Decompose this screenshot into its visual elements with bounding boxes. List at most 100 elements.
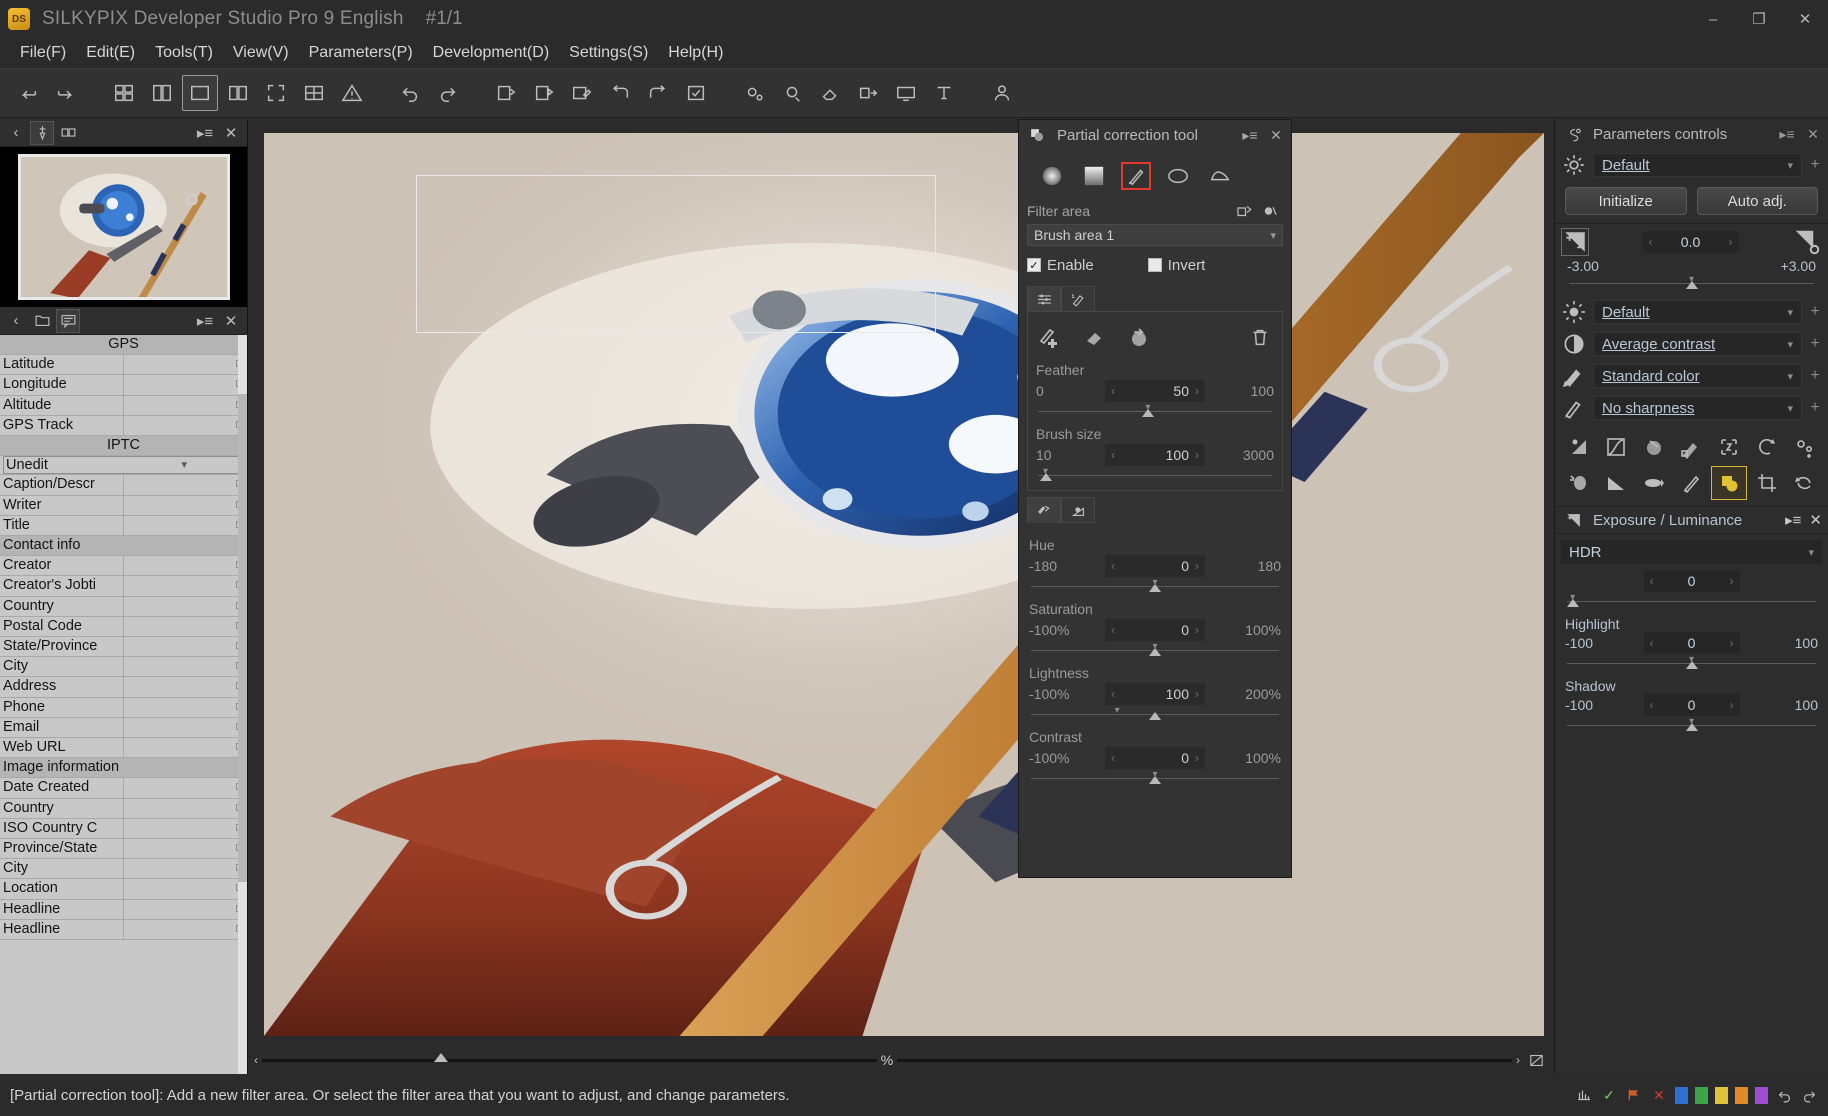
metadata-value[interactable] <box>123 838 247 860</box>
zoom-slider[interactable] <box>262 1052 877 1062</box>
metadata-scrollbar-thumb[interactable] <box>238 394 247 882</box>
panel-close-icon[interactable]: ✕ <box>219 121 243 145</box>
metadata-row[interactable]: Caption/Descr <box>0 474 247 496</box>
metadata-row[interactable]: Province/State <box>0 838 247 860</box>
spin-increment-icon[interactable]: › <box>1195 384 1199 398</box>
metadata-row[interactable]: Country <box>0 798 247 819</box>
metadata-value[interactable] <box>123 919 247 941</box>
display-icon[interactable] <box>888 75 924 111</box>
tone-curve-tool-icon[interactable] <box>1599 430 1635 464</box>
contrast-spinner[interactable]: ‹ 0 › <box>1105 747 1205 769</box>
metadata-value[interactable] <box>123 777 247 799</box>
zoom-slider-thumb[interactable] <box>434 1052 449 1062</box>
metadata-value[interactable] <box>123 858 247 880</box>
chevron-down-icon[interactable]: ▾ <box>1787 402 1793 415</box>
color-label-orange[interactable] <box>1735 1086 1748 1104</box>
develop-check-icon[interactable] <box>774 75 810 111</box>
thumbnail-grid-icon[interactable] <box>106 75 142 111</box>
saturation-slider[interactable]: ▾ <box>1029 641 1281 657</box>
feather-slider[interactable]: ▾ <box>1036 402 1274 418</box>
warning-icon[interactable] <box>334 75 370 111</box>
batch-gear-icon[interactable] <box>736 75 772 111</box>
exposure-bias-spinner[interactable]: ‹ 0.0 › <box>1642 231 1739 253</box>
tone-preset-select[interactable]: Default ▾ <box>1593 300 1802 324</box>
metadata-row[interactable]: Location <box>0 878 247 900</box>
zoom-slider-secondary[interactable] <box>897 1058 1513 1062</box>
metadata-row[interactable]: Longitude <box>0 374 247 396</box>
forward-arrow-icon[interactable] <box>48 75 84 111</box>
metadata-scrollbar[interactable] <box>238 335 247 1074</box>
metadata-row[interactable]: Address <box>0 676 247 698</box>
copy-params-icon[interactable] <box>488 75 524 111</box>
metadata-row[interactable]: State/Province <box>0 636 247 658</box>
partial-correction-selection-rectangle[interactable] <box>416 175 936 333</box>
fullscreen-icon[interactable] <box>258 75 294 111</box>
add-tone-icon[interactable]: + <box>1808 303 1822 321</box>
shape-brush-icon[interactable] <box>1121 162 1151 190</box>
shape-linear-gradation-icon[interactable] <box>1079 162 1109 190</box>
panel-close-icon[interactable]: ✕ <box>1809 511 1822 529</box>
brush-size-spinner[interactable]: ‹ 100 › <box>1105 444 1205 466</box>
checkmark-box-icon[interactable] <box>678 75 714 111</box>
edit-params-icon[interactable] <box>564 75 600 111</box>
metadata-row[interactable]: GPS Track <box>0 415 247 437</box>
metadata-row[interactable]: Title <box>0 515 247 537</box>
sharpness-preset-select[interactable]: No sharpness ▾ <box>1593 396 1802 420</box>
metadata-value[interactable] <box>123 515 247 537</box>
brush-eraser-icon[interactable] <box>1080 323 1108 351</box>
metadata-value[interactable] <box>123 636 247 658</box>
metadata-value[interactable] <box>123 878 247 900</box>
panel-close-icon[interactable]: ✕ <box>1804 126 1822 143</box>
add-contrast-icon[interactable]: + <box>1808 335 1822 353</box>
undo-status-icon[interactable] <box>1775 1086 1793 1104</box>
zoom-increase-caret[interactable]: › <box>1516 1053 1520 1067</box>
saturation-spinner[interactable]: ‹ 0 › <box>1105 619 1205 641</box>
tab-exposure-icon[interactable] <box>1061 497 1095 523</box>
color-label-green[interactable] <box>1695 1086 1708 1104</box>
invert-checkbox[interactable]: ✓ <box>1147 258 1162 272</box>
paste-params-icon[interactable] <box>526 75 562 111</box>
shadow-slider[interactable]: ▾ <box>1565 716 1818 732</box>
tab-brush-settings-icon[interactable] <box>1061 286 1095 312</box>
metadata-row[interactable]: Writer <box>0 495 247 516</box>
filter-area-preview-icon[interactable] <box>1257 200 1283 222</box>
hdr-select[interactable]: HDR ▾ <box>1561 540 1822 564</box>
settings-tool-icon[interactable] <box>1786 430 1822 464</box>
zoom-decrease-caret[interactable]: ‹ <box>254 1053 258 1067</box>
metadata-value[interactable] <box>123 575 247 597</box>
reject-icon[interactable]: ✕ <box>1650 1086 1668 1104</box>
color-tool-icon[interactable] <box>1674 430 1710 464</box>
exposure-tool-icon[interactable] <box>1561 430 1597 464</box>
rotation-tool-icon[interactable] <box>1786 466 1822 500</box>
panel-menu-icon[interactable]: ▸≡ <box>193 121 217 145</box>
hdr-spinner[interactable]: ‹ 0 › <box>1643 570 1740 592</box>
histogram-icon[interactable] <box>1575 1086 1593 1104</box>
hue-spinner[interactable]: ‹ 0 › <box>1105 555 1205 577</box>
sharpness-tool-icon[interactable] <box>1674 466 1710 500</box>
collapse-left-icon[interactable]: ‹ <box>4 309 28 333</box>
metadata-row[interactable]: Creator's Jobti <box>0 575 247 597</box>
back-arrow-icon[interactable] <box>10 75 46 111</box>
dodge-burn-tool-icon[interactable] <box>1561 466 1597 500</box>
exposure-bias-slider[interactable]: ▾ <box>1567 274 1816 290</box>
rotate-right-icon[interactable] <box>640 75 676 111</box>
exposure-bias-icon[interactable] <box>1561 228 1589 256</box>
spin-increment-icon[interactable]: › <box>1195 687 1199 701</box>
metadata-value[interactable] <box>123 354 247 376</box>
tab-area-settings-icon[interactable] <box>1027 286 1061 312</box>
metadata-value[interactable] <box>123 596 247 617</box>
metadata-value[interactable] <box>123 899 247 920</box>
metadata-value[interactable] <box>123 676 247 698</box>
color-preset-select[interactable]: Standard color ▾ <box>1593 364 1802 388</box>
hue-slider[interactable]: ▾ <box>1029 577 1281 593</box>
multi-view-icon[interactable] <box>296 75 332 111</box>
spin-increment-icon[interactable]: › <box>1730 574 1734 588</box>
metadata-value[interactable] <box>123 697 247 718</box>
taste-preset-select[interactable]: Default ▾ <box>1593 153 1802 177</box>
spin-increment-icon[interactable]: › <box>1195 751 1199 765</box>
lightness-slider[interactable]: ▾ <box>1029 705 1281 721</box>
metadata-row[interactable]: Country <box>0 596 247 617</box>
menu-settings[interactable]: Settings(S) <box>559 41 658 65</box>
metadata-value[interactable] <box>123 798 247 819</box>
noise-reduction-tool-icon[interactable] <box>1711 430 1747 464</box>
